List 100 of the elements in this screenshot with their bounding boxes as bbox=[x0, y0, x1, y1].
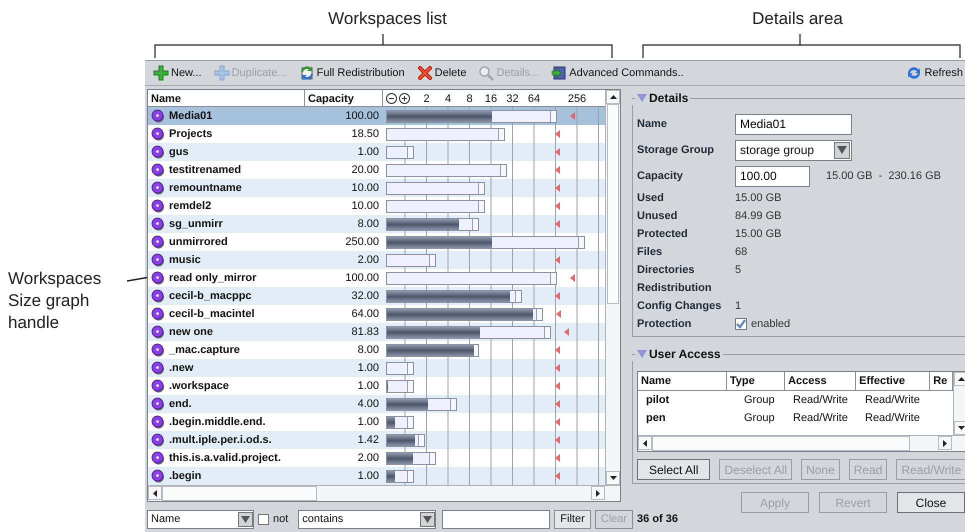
workspace-name[interactable]: .begin.middle.end. bbox=[169, 414, 266, 430]
workspace-icon bbox=[151, 181, 165, 195]
dropdown[interactable]: storage group bbox=[735, 140, 852, 160]
scroll-thumb[interactable] bbox=[607, 104, 619, 304]
capacity-cell-text: 32.00 bbox=[350, 288, 380, 304]
size-bar[interactable] bbox=[386, 434, 425, 447]
size-bar[interactable] bbox=[386, 362, 414, 375]
size-bar[interactable] bbox=[386, 290, 522, 303]
axis-tick-label: 32 bbox=[506, 92, 519, 107]
workspace-name[interactable]: Projects bbox=[169, 126, 212, 142]
workspace-name[interactable]: testitrenamed bbox=[169, 162, 242, 178]
column-header[interactable]: Name bbox=[638, 372, 727, 390]
table-cell-text: Group bbox=[743, 410, 776, 426]
workspace-name[interactable]: .new bbox=[169, 360, 194, 376]
workspace-name[interactable]: remdel2 bbox=[169, 198, 212, 214]
filter-input[interactable] bbox=[442, 510, 550, 529]
size-bar[interactable] bbox=[386, 128, 504, 141]
scroll-left-icon[interactable] bbox=[153, 490, 157, 496]
scroll-up-icon[interactable] bbox=[610, 95, 616, 99]
workspace-name[interactable]: end. bbox=[169, 396, 192, 412]
size-bar[interactable] bbox=[386, 146, 414, 159]
toolbar-button[interactable]: Delete bbox=[414, 64, 468, 82]
size-bar[interactable] bbox=[386, 380, 414, 393]
size-bar[interactable] bbox=[386, 200, 486, 213]
workspace-name[interactable]: _mac.capture bbox=[169, 342, 240, 358]
zoom-out-icon[interactable] bbox=[386, 93, 397, 104]
field-label: Capacity bbox=[637, 168, 684, 184]
limit-marker bbox=[555, 400, 560, 408]
size-bar[interactable] bbox=[386, 164, 507, 177]
workspace-name[interactable]: .workspace bbox=[169, 378, 229, 394]
text-field[interactable]: Media01 bbox=[735, 114, 852, 134]
sync-icon bbox=[298, 65, 315, 81]
scroll-thumb[interactable] bbox=[652, 436, 910, 451]
section-caption: Workspaces list bbox=[328, 9, 447, 28]
dropdown[interactable]: Name bbox=[147, 510, 254, 529]
toolbar-button[interactable]: Advanced Commands.. bbox=[549, 64, 686, 82]
workspace-name[interactable]: this.is.a.valid.project. bbox=[169, 450, 281, 466]
capacity-cell-text: 8.00 bbox=[356, 342, 380, 358]
scroll-right-icon[interactable] bbox=[596, 490, 600, 496]
limit-marker bbox=[555, 454, 560, 462]
scroll-down-icon[interactable] bbox=[610, 476, 616, 480]
checkbox[interactable] bbox=[258, 514, 269, 525]
limit-marker bbox=[564, 328, 569, 336]
vertical-scrollbar[interactable] bbox=[605, 90, 620, 485]
column-header[interactable]: Access bbox=[785, 372, 856, 390]
workspace-name[interactable]: remountname bbox=[169, 180, 242, 196]
scroll-right-icon[interactable] bbox=[943, 440, 947, 446]
scroll-left-icon[interactable] bbox=[643, 440, 647, 446]
workspace-name[interactable]: .begin bbox=[169, 468, 202, 484]
column-header[interactable]: Type bbox=[726, 372, 786, 390]
column-header[interactable]: Effective bbox=[856, 372, 930, 390]
size-bar[interactable] bbox=[386, 416, 414, 429]
horizontal-scrollbar[interactable] bbox=[148, 485, 620, 501]
size-bar[interactable] bbox=[386, 344, 478, 357]
workspace-icon bbox=[151, 469, 165, 483]
table-cell-text: pen bbox=[645, 410, 667, 426]
size-bar[interactable] bbox=[386, 470, 414, 483]
access-button[interactable]: Select All bbox=[637, 459, 710, 480]
size-bar[interactable] bbox=[386, 398, 457, 411]
capacity-cell-text: 100.00 bbox=[344, 108, 380, 124]
scroll-thumb[interactable] bbox=[162, 486, 317, 501]
vertical-scrollbar[interactable] bbox=[953, 372, 965, 435]
dialog-button[interactable]: Close bbox=[897, 492, 965, 513]
workspace-name[interactable]: cecil-b_macintel bbox=[169, 306, 255, 322]
workspace-icon bbox=[151, 289, 165, 303]
workspace-icon bbox=[151, 109, 165, 123]
size-bar[interactable] bbox=[386, 182, 486, 195]
zoom-in-icon[interactable] bbox=[399, 93, 410, 104]
capacity-cell-text: 81.83 bbox=[350, 324, 380, 340]
checkbox-label: enabled bbox=[751, 316, 790, 332]
capacity-cell-text: 1.00 bbox=[356, 144, 380, 160]
field-label: Name bbox=[637, 116, 668, 132]
scroll-down-icon[interactable] bbox=[958, 426, 964, 430]
workspace-name[interactable]: cecil-b_macppc bbox=[169, 288, 252, 304]
workspace-name[interactable]: .mult.iple.per.i.od.s. bbox=[169, 432, 272, 448]
dropdown[interactable]: contains bbox=[298, 510, 436, 529]
horizontal-scrollbar[interactable] bbox=[638, 435, 965, 451]
field-value: 15.00 GB bbox=[735, 190, 782, 206]
toolbar-button[interactable]: Refresh bbox=[904, 64, 965, 82]
limit-marker bbox=[555, 292, 560, 300]
scroll-up-icon[interactable] bbox=[958, 377, 964, 381]
field-label: Redistribution bbox=[637, 280, 713, 296]
capacity-cell-text: 1.00 bbox=[356, 414, 380, 430]
section-caption: Details area bbox=[752, 9, 843, 28]
workspace-name[interactable]: gus bbox=[169, 144, 189, 160]
toolbar-button[interactable]: New... bbox=[151, 64, 204, 82]
dropdown-arrow-icon bbox=[423, 516, 432, 523]
axis-tick-label: 256 bbox=[568, 92, 586, 107]
workspace-name[interactable]: Media01 bbox=[169, 108, 212, 124]
toolbar-button[interactable]: Full Redistribution bbox=[296, 64, 407, 82]
filter-button[interactable]: Filter bbox=[554, 510, 591, 529]
size-bar[interactable] bbox=[386, 326, 551, 339]
size-bar[interactable] bbox=[386, 308, 543, 321]
limit-marker bbox=[555, 364, 560, 372]
checkbox[interactable] bbox=[735, 318, 747, 330]
workspace-name[interactable]: new one bbox=[169, 324, 214, 340]
size-bar[interactable] bbox=[386, 110, 557, 123]
field-value: 5 bbox=[735, 262, 742, 278]
size-bar[interactable] bbox=[386, 452, 436, 465]
text-field[interactable]: 100.00 bbox=[735, 166, 810, 186]
